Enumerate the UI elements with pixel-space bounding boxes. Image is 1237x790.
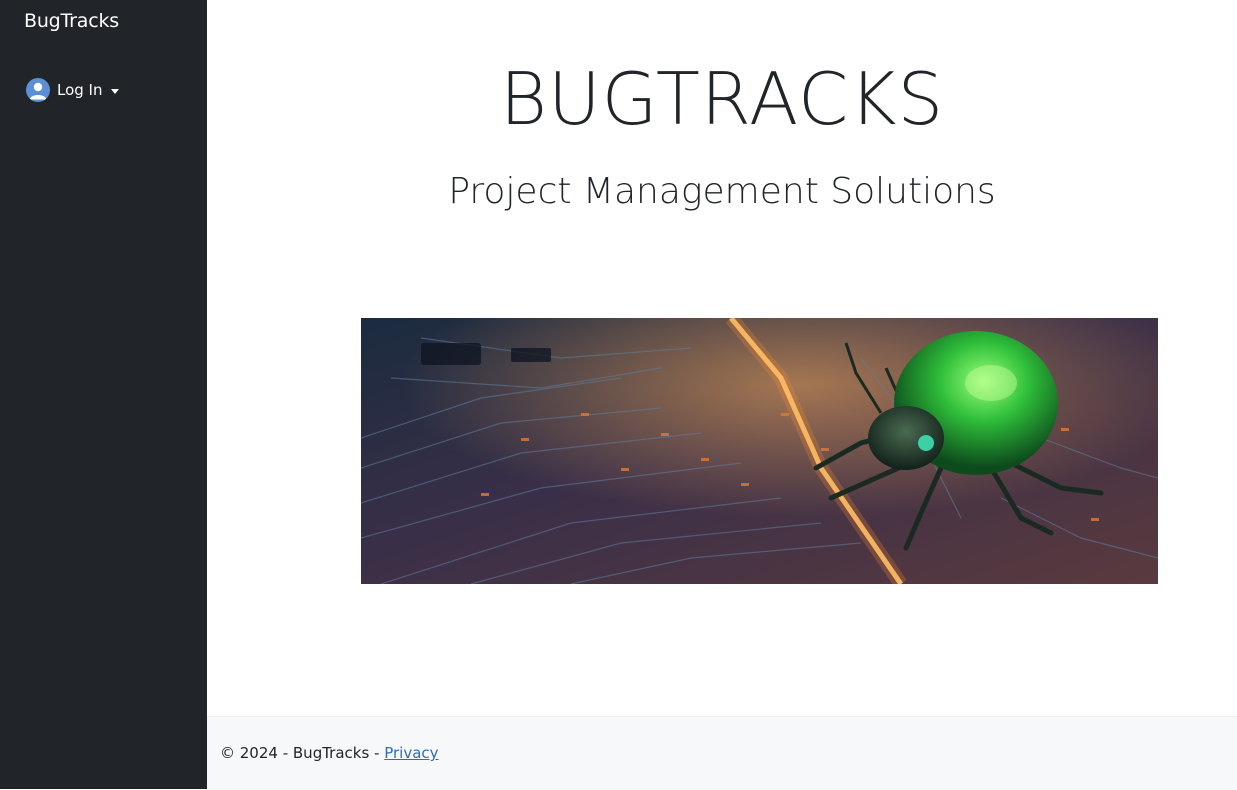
user-circle-icon — [26, 78, 50, 102]
caret-down-icon — [110, 88, 119, 94]
brand-link[interactable]: BugTracks — [24, 10, 119, 32]
footer: © 2024 - BugTracks - Privacy — [207, 716, 1237, 790]
page-subtitle: Project Management Solutions — [448, 171, 996, 212]
login-dropdown[interactable]: Log In — [26, 78, 119, 102]
hero-image — [361, 318, 1158, 584]
login-label: Log In — [57, 81, 103, 99]
footer-copyright: © 2024 - BugTracks - — [220, 744, 385, 762]
hero-image-art — [361, 318, 1158, 584]
privacy-link[interactable]: Privacy — [384, 744, 438, 762]
sidebar: BugTracks Log In — [0, 0, 207, 789]
page-title: BUGTRACKS — [499, 57, 945, 141]
footer-text: © 2024 - BugTracks - Privacy — [220, 744, 439, 762]
main-content: BUGTRACKS Project Management Solutions — [207, 0, 1237, 716]
